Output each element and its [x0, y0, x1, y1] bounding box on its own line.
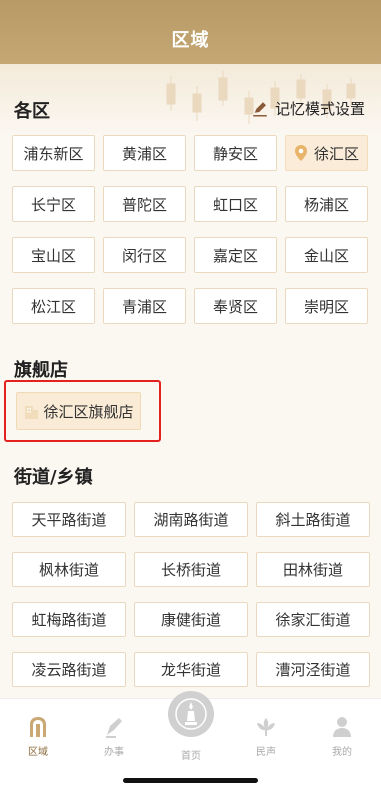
header-bar: 区域 [0, 0, 381, 64]
street-chip[interactable]: 长桥街道 [134, 552, 248, 587]
streets-title: 街道/乡镇 [14, 467, 93, 488]
location-pin-icon [294, 145, 307, 161]
tab-voice[interactable]: 民声 [236, 715, 296, 758]
building-icon [25, 406, 39, 419]
home-icon [175, 698, 207, 730]
lotus-icon [257, 718, 275, 736]
street-chip[interactable]: 天平路街道 [12, 502, 126, 537]
home-button[interactable] [168, 691, 214, 737]
district-chip[interactable]: 杨浦区 [285, 186, 368, 222]
district-chip[interactable]: 虹口区 [194, 186, 277, 222]
district-chip[interactable]: 黄浦区 [103, 135, 186, 171]
street-chip[interactable]: 田林街道 [256, 552, 370, 587]
district-chip[interactable]: 宝山区 [12, 237, 95, 273]
page-title: 区域 [171, 30, 210, 51]
home-indicator [123, 778, 258, 783]
street-chip[interactable]: 枫林街道 [12, 552, 126, 587]
district-grid: 浦东新区 黄浦区 静安区 徐汇区 长宁区 普陀区 虹口区 杨浦区 宝山区 闵行区… [12, 135, 369, 324]
memory-setting-label: 记忆模式设置 [274, 100, 365, 118]
street-chip[interactable]: 龙华街道 [134, 652, 248, 687]
district-chip-selected[interactable]: 徐汇区 [285, 135, 368, 171]
district-chip[interactable]: 松江区 [12, 288, 95, 324]
district-chip[interactable]: 普陀区 [103, 186, 186, 222]
street-chip[interactable]: 凌云路街道 [12, 652, 126, 687]
user-icon [333, 717, 351, 737]
street-chip[interactable]: 康健街道 [134, 602, 248, 637]
districts-title: 各区 [14, 101, 50, 122]
memory-setting-button[interactable]: 记忆模式设置 [251, 98, 365, 119]
district-chip[interactable]: 长宁区 [12, 186, 95, 222]
flagship-store-chip[interactable]: 徐汇区旗舰店 [16, 392, 141, 430]
district-chip[interactable]: 浦东新区 [12, 135, 95, 171]
district-chip[interactable]: 崇明区 [285, 288, 368, 324]
tab-services[interactable]: 办事 [84, 715, 144, 758]
flagship-title: 旗舰店 [14, 360, 68, 381]
home-label: 首页 [181, 751, 201, 762]
street-chip[interactable]: 徐家汇街道 [256, 602, 370, 637]
district-chip[interactable]: 奉贤区 [194, 288, 277, 324]
district-chip[interactable]: 闵行区 [103, 237, 186, 273]
region-icon [30, 717, 46, 737]
pen-icon [106, 718, 122, 738]
tab-region[interactable]: 区域 [8, 715, 68, 758]
district-chip[interactable]: 嘉定区 [194, 237, 277, 273]
street-chip[interactable]: 斜土路街道 [256, 502, 370, 537]
street-grid: 天平路街道 湖南路街道 斜土路街道 枫林街道 长桥街道 田林街道 虹梅路街道 康… [12, 502, 370, 687]
district-chip[interactable]: 静安区 [194, 135, 277, 171]
street-chip[interactable]: 虹梅路街道 [12, 602, 126, 637]
district-chip[interactable]: 青浦区 [103, 288, 186, 324]
street-chip[interactable]: 湖南路街道 [134, 502, 248, 537]
street-chip[interactable]: 漕河泾街道 [256, 652, 370, 687]
tab-profile[interactable]: 我的 [312, 715, 372, 758]
district-chip[interactable]: 金山区 [285, 237, 368, 273]
edit-icon [253, 101, 267, 116]
